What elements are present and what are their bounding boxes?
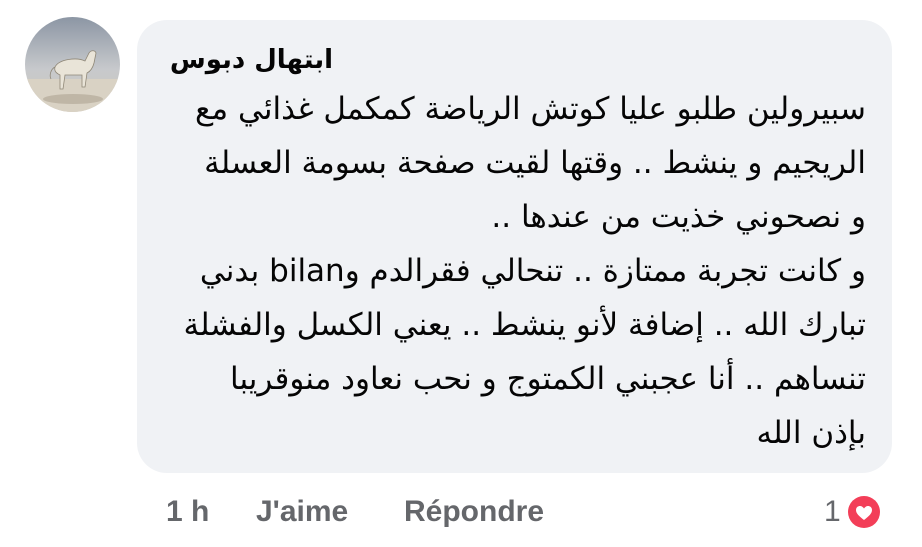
avatar-image — [25, 17, 120, 112]
avatar[interactable] — [25, 17, 120, 112]
like-button[interactable]: J'aime — [256, 492, 348, 532]
comment-author[interactable]: ابتهال دبوس — [167, 40, 333, 80]
heart-icon — [844, 493, 883, 531]
reply-button[interactable]: Répondre — [404, 492, 544, 532]
comment-text: سبيرولين طلبو عليا كوتش الرياضة كمكمل غذ… — [183, 91, 866, 451]
reaction-summary[interactable]: 1 — [824, 492, 883, 532]
comment-time[interactable]: 1 h — [166, 492, 209, 532]
reaction-count: 1 — [824, 495, 841, 528]
comment-actions: 1 h J'aime Répondre 1 — [0, 488, 922, 536]
comment-bubble: ابتهال دبوس سبيرولين طلبو عليا كوتش الري… — [137, 20, 892, 473]
